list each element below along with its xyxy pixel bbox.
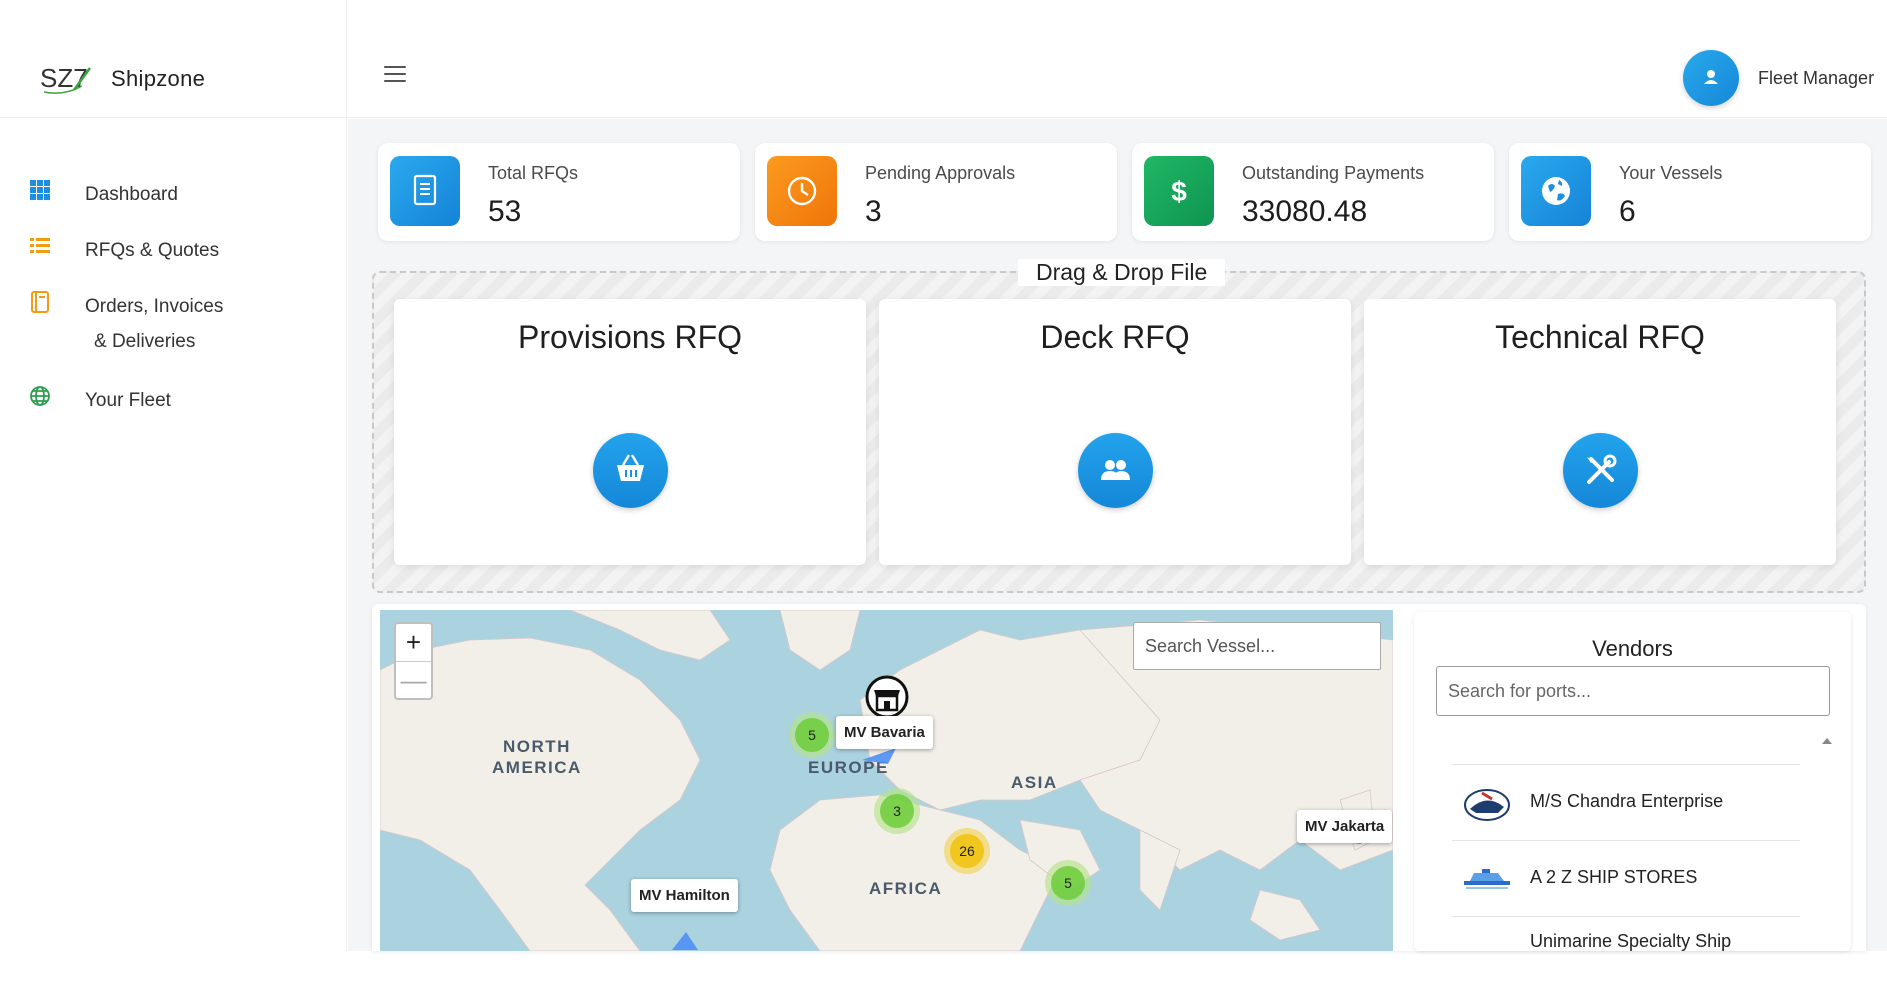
stat-label: Total RFQs bbox=[488, 163, 579, 183]
rfq-title: Technical RFQ bbox=[1495, 319, 1705, 355]
vessel-cluster[interactable]: 5 bbox=[789, 712, 835, 758]
deck-rfq-button[interactable] bbox=[1078, 433, 1153, 508]
sidebar-item-dashboard[interactable]: Dashboard bbox=[0, 170, 347, 210]
basket-icon bbox=[617, 454, 644, 481]
vessel-cluster[interactable]: 5 bbox=[1045, 860, 1091, 906]
sidebar-item-fleet[interactable]: Your Fleet bbox=[0, 376, 347, 416]
top-header: Fleet Manager bbox=[348, 38, 1887, 118]
stat-label: Pending Approvals bbox=[865, 163, 1016, 183]
list-item[interactable]: M/S Chandra Enterprise bbox=[1452, 765, 1800, 841]
stat-card-total-rfqs[interactable]: Total RFQs 53 bbox=[378, 143, 740, 241]
shipzone-logo[interactable]: SZ7 bbox=[38, 60, 94, 96]
menu-toggle-icon[interactable] bbox=[384, 66, 406, 84]
vendor-name: M/S Chandra Enterprise bbox=[1530, 791, 1724, 811]
document-icon bbox=[390, 156, 460, 226]
vessel-arrow-icon[interactable] bbox=[668, 928, 702, 950]
main-content: Total RFQs 53 Pending Approvals 3 $ Outs… bbox=[348, 119, 1887, 951]
list-item[interactable]: A 2 Z SHIP STORES bbox=[1452, 841, 1800, 917]
sidebar-item-label: Your Fleet bbox=[85, 390, 171, 411]
logo-text: SZ7 bbox=[40, 63, 88, 93]
file-dropzone[interactable]: Drag & Drop File Provisions RFQ Deck RFQ bbox=[372, 259, 1866, 593]
scroll-up-icon[interactable] bbox=[1822, 738, 1832, 744]
map-zoom-control: + — bbox=[394, 622, 433, 700]
user-avatar[interactable] bbox=[1683, 50, 1739, 106]
svg-text:$: $ bbox=[1171, 176, 1187, 207]
vessel-map[interactable]: + — NORTHAMERICA EUROPE ASIA AFRICA bbox=[380, 610, 1393, 951]
user-icon bbox=[1704, 70, 1718, 84]
rfq-title: Provisions RFQ bbox=[517, 319, 743, 355]
stat-card-your-vessels[interactable]: Your Vessels 6 bbox=[1509, 143, 1871, 241]
book-icon bbox=[28, 290, 52, 314]
dropzone-title: Drag & Drop File bbox=[1018, 259, 1226, 286]
stat-value: 3 bbox=[865, 195, 882, 228]
sidebar-item-orders[interactable]: Orders, Invoices & Deliveries bbox=[0, 282, 347, 358]
vessel-label-bavaria[interactable]: MV Bavaria bbox=[836, 716, 933, 749]
stat-value: 6 bbox=[1619, 195, 1636, 228]
stat-label: Outstanding Payments bbox=[1242, 163, 1425, 183]
sidebar-item-label-line2: & Deliveries bbox=[94, 331, 196, 352]
users-icon bbox=[1101, 460, 1130, 480]
provisions-rfq-button[interactable] bbox=[593, 433, 668, 508]
vendor-logo bbox=[1462, 859, 1512, 899]
store-marker-icon[interactable] bbox=[864, 674, 910, 720]
technical-rfq-card[interactable]: Technical RFQ bbox=[1364, 299, 1836, 565]
vendor-logo bbox=[1462, 783, 1512, 823]
sidebar-item-label: Dashboard bbox=[85, 184, 178, 205]
sidebar-item-label: Orders, Invoices bbox=[85, 296, 224, 317]
continent-label-africa: AFRICA bbox=[869, 879, 943, 898]
sidebar: SZ7 Shipzone Dashboard RFQs & Quotes Ord… bbox=[0, 0, 347, 951]
list-icon bbox=[28, 234, 52, 258]
vessel-cluster[interactable]: 3 bbox=[874, 788, 920, 834]
vendor-name: Unimarine Specialty Ship bbox=[1530, 931, 1732, 951]
user-name[interactable]: Fleet Manager bbox=[1758, 68, 1874, 89]
tools-icon bbox=[1587, 454, 1617, 484]
zoom-in-button[interactable]: + bbox=[396, 624, 431, 661]
grid-icon bbox=[28, 178, 52, 202]
vessel-label-hamilton[interactable]: MV Hamilton bbox=[631, 879, 738, 912]
technical-rfq-button[interactable] bbox=[1563, 433, 1638, 508]
stat-label: Your Vessels bbox=[1619, 163, 1723, 183]
sidebar-item-rfqs[interactable]: RFQs & Quotes bbox=[0, 226, 347, 266]
stat-card-outstanding-payments[interactable]: $ Outstanding Payments 33080.48 bbox=[1132, 143, 1494, 241]
brand-name: Shipzone bbox=[111, 66, 206, 91]
rfq-title: Deck RFQ bbox=[1040, 319, 1190, 355]
globe-icon bbox=[1521, 156, 1591, 226]
continent-label-asia: ASIA bbox=[1011, 773, 1058, 792]
stat-value: 53 bbox=[488, 195, 522, 228]
vessel-cluster[interactable]: 26 bbox=[944, 828, 990, 874]
vendor-logo bbox=[1462, 935, 1512, 951]
clock-icon bbox=[767, 156, 837, 226]
port-search-input[interactable] bbox=[1436, 666, 1830, 716]
deck-rfq-card[interactable]: Deck RFQ bbox=[879, 299, 1351, 565]
vendor-name: A 2 Z SHIP STORES bbox=[1530, 867, 1698, 887]
continent-label-north-america: NORTH AMERICA bbox=[492, 737, 582, 777]
sidebar-item-label: RFQs & Quotes bbox=[85, 240, 220, 261]
globe-icon bbox=[28, 384, 52, 408]
stat-card-pending-approvals[interactable]: Pending Approvals 3 bbox=[755, 143, 1117, 241]
vendor-list: M/S Chandra Enterprise A 2 Z SHIP STORES bbox=[1452, 764, 1800, 951]
vessel-search-input[interactable] bbox=[1133, 622, 1381, 670]
list-item[interactable]: Unimarine Specialty Ship bbox=[1452, 917, 1800, 951]
map-panel: + — NORTHAMERICA EUROPE ASIA AFRICA bbox=[372, 604, 1866, 951]
vendors-title: Vendors bbox=[1592, 636, 1673, 661]
provisions-rfq-card[interactable]: Provisions RFQ bbox=[394, 299, 866, 565]
zoom-out-button[interactable]: — bbox=[396, 661, 431, 698]
brand: SZ7 Shipzone bbox=[0, 38, 347, 118]
dollar-icon: $ bbox=[1144, 156, 1214, 226]
vessel-label-jakarta[interactable]: MV Jakarta bbox=[1297, 810, 1393, 843]
stat-value: 33080.48 bbox=[1242, 195, 1368, 228]
vendors-panel: Vendors M/S Chandra Enterprise bbox=[1414, 612, 1851, 951]
